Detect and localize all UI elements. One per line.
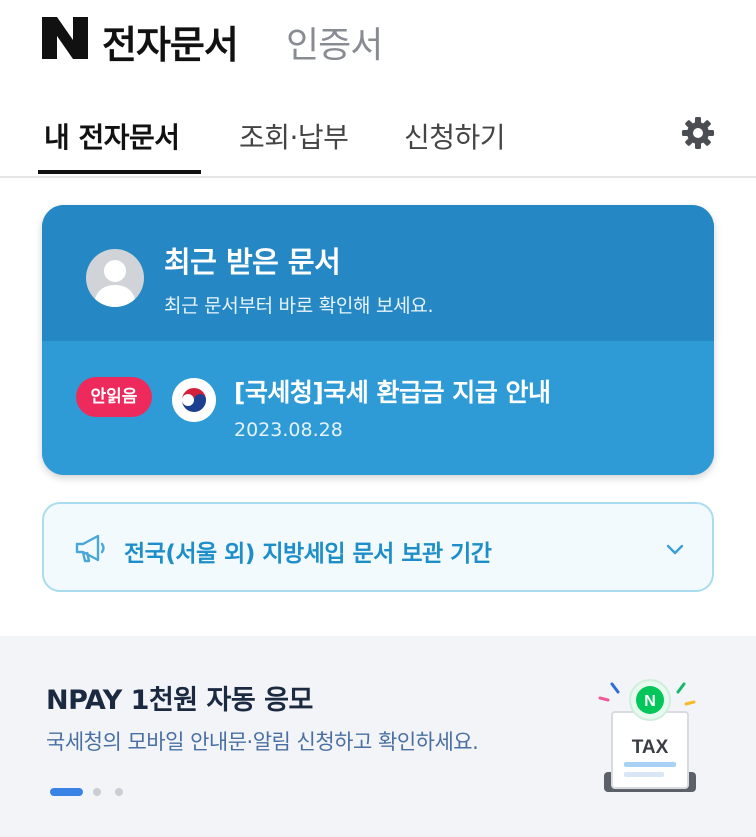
recent-header: 최근 받은 문서 최근 문서부터 바로 확인해 보세요. [42, 205, 714, 341]
user-avatar-icon [94, 260, 136, 307]
naver-pay-badge: N [644, 693, 656, 710]
banner-title: NPAY 1천원 자동 응모 [46, 685, 313, 716]
page-title: 전자문서 [102, 23, 239, 67]
banner-subtitle: 국세청의 모바일 안내문·알림 신청하고 확인하세요. [46, 730, 479, 754]
nts-emblem-icon [172, 378, 216, 422]
tab-inquiry-payment[interactable]: 조회·납부 [239, 116, 349, 156]
tax-document-illustration: TAX N [598, 679, 696, 792]
tax-label: TAX [632, 737, 669, 758]
tab-apply[interactable]: 신청하기 [404, 116, 506, 156]
megaphone-icon [75, 534, 105, 563]
recent-documents-card[interactable]: 최근 받은 문서 최근 문서부터 바로 확인해 보세요. 안읽음 [국세청]국세… [42, 205, 714, 475]
carousel-dot [93, 788, 101, 796]
recent-subtitle: 최근 문서부터 바로 확인해 보세요. [164, 295, 434, 317]
avatar [86, 249, 144, 307]
chevron-down-icon[interactable] [664, 538, 686, 560]
carousel-dot [115, 788, 123, 796]
certificate-link[interactable]: 인증서 [286, 16, 383, 68]
carousel-dot-active [50, 788, 83, 796]
unread-badge: 안읽음 [76, 377, 152, 417]
tab-bar: 내 전자문서 조회·납부 신청하기 [0, 100, 756, 178]
notice-accordion[interactable]: 전국(서울 외) 지방세입 문서 보관 기간 [42, 502, 714, 592]
promo-banner[interactable]: NPAY 1천원 자동 응모 국세청의 모바일 안내문·알림 신청하고 확인하세… [0, 636, 756, 837]
recent-title: 최근 받은 문서 [164, 245, 341, 279]
active-tab-indicator [38, 170, 201, 174]
tab-my-documents[interactable]: 내 전자문서 [44, 116, 180, 156]
gear-icon[interactable] [680, 115, 716, 151]
notice-text: 전국(서울 외) 지방세입 문서 보관 기간 [124, 541, 492, 567]
app-header: 전자문서 인증서 [0, 0, 756, 90]
document-title-link[interactable]: [국세청]국세 환급금 지급 안내 [234, 373, 551, 409]
naver-logo[interactable] [42, 17, 88, 59]
document-date: 2023.08.28 [234, 419, 343, 441]
